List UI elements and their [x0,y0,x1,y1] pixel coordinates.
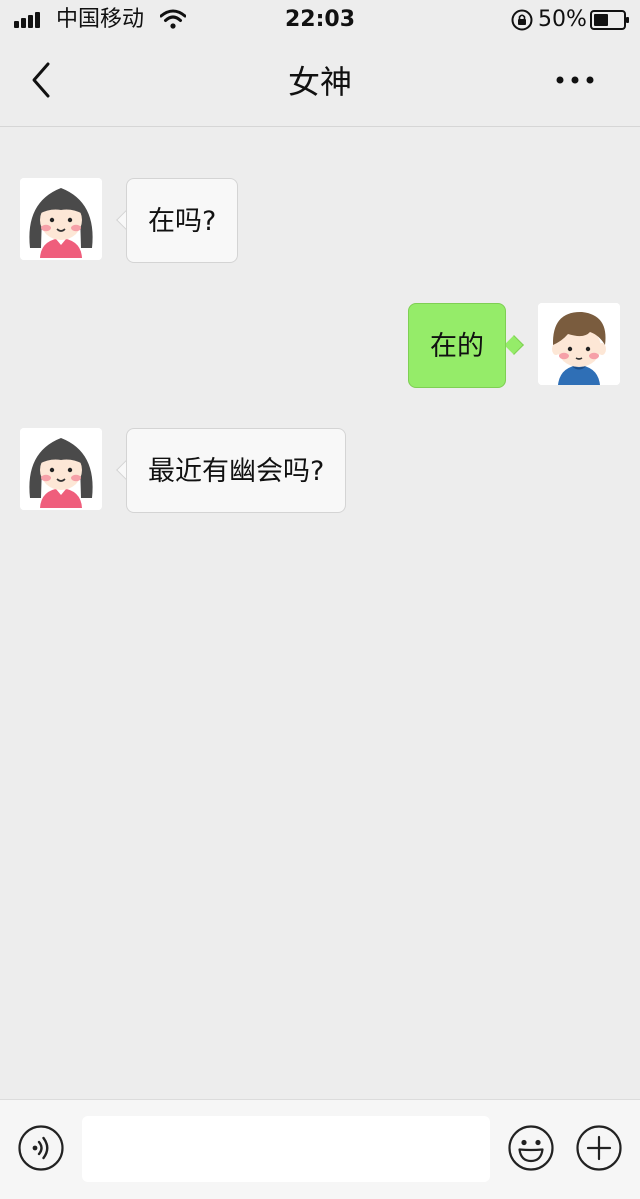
contact-avatar[interactable] [20,178,102,260]
carrier-name: 中国移动 [56,7,145,32]
voice-icon [18,1125,64,1171]
emoji-button[interactable] [507,1124,555,1172]
received-message-bubble[interactable]: 在吗? [126,178,239,263]
nav-bar: 女神 [0,40,640,127]
more-dots-icon [556,76,594,84]
voice-button[interactable] [17,1124,65,1172]
contact-avatar[interactable] [20,428,102,510]
my-avatar[interactable] [538,303,620,385]
wifi-icon [160,9,186,29]
received-message-bubble[interactable]: 最近有幽会吗? [126,428,347,513]
input-bar [0,1099,640,1199]
plus-circle-icon [576,1125,622,1171]
sent-message-bubble[interactable]: 在的 [408,303,506,388]
emoji-icon [508,1125,554,1171]
battery-percent: 50% [538,7,587,32]
message-input[interactable] [82,1116,490,1182]
more-button[interactable] [548,62,602,98]
bubble-tail [504,335,524,355]
signal-bars-icon [14,12,40,28]
chevron-left-icon [32,62,50,98]
orientation-lock-icon [511,9,533,31]
status-bar: 中国移动 22:03 50% [0,0,640,40]
battery-icon [590,10,629,30]
back-button[interactable] [20,56,64,104]
plus-button[interactable] [575,1124,623,1172]
chat-title: 女神 [287,63,352,101]
